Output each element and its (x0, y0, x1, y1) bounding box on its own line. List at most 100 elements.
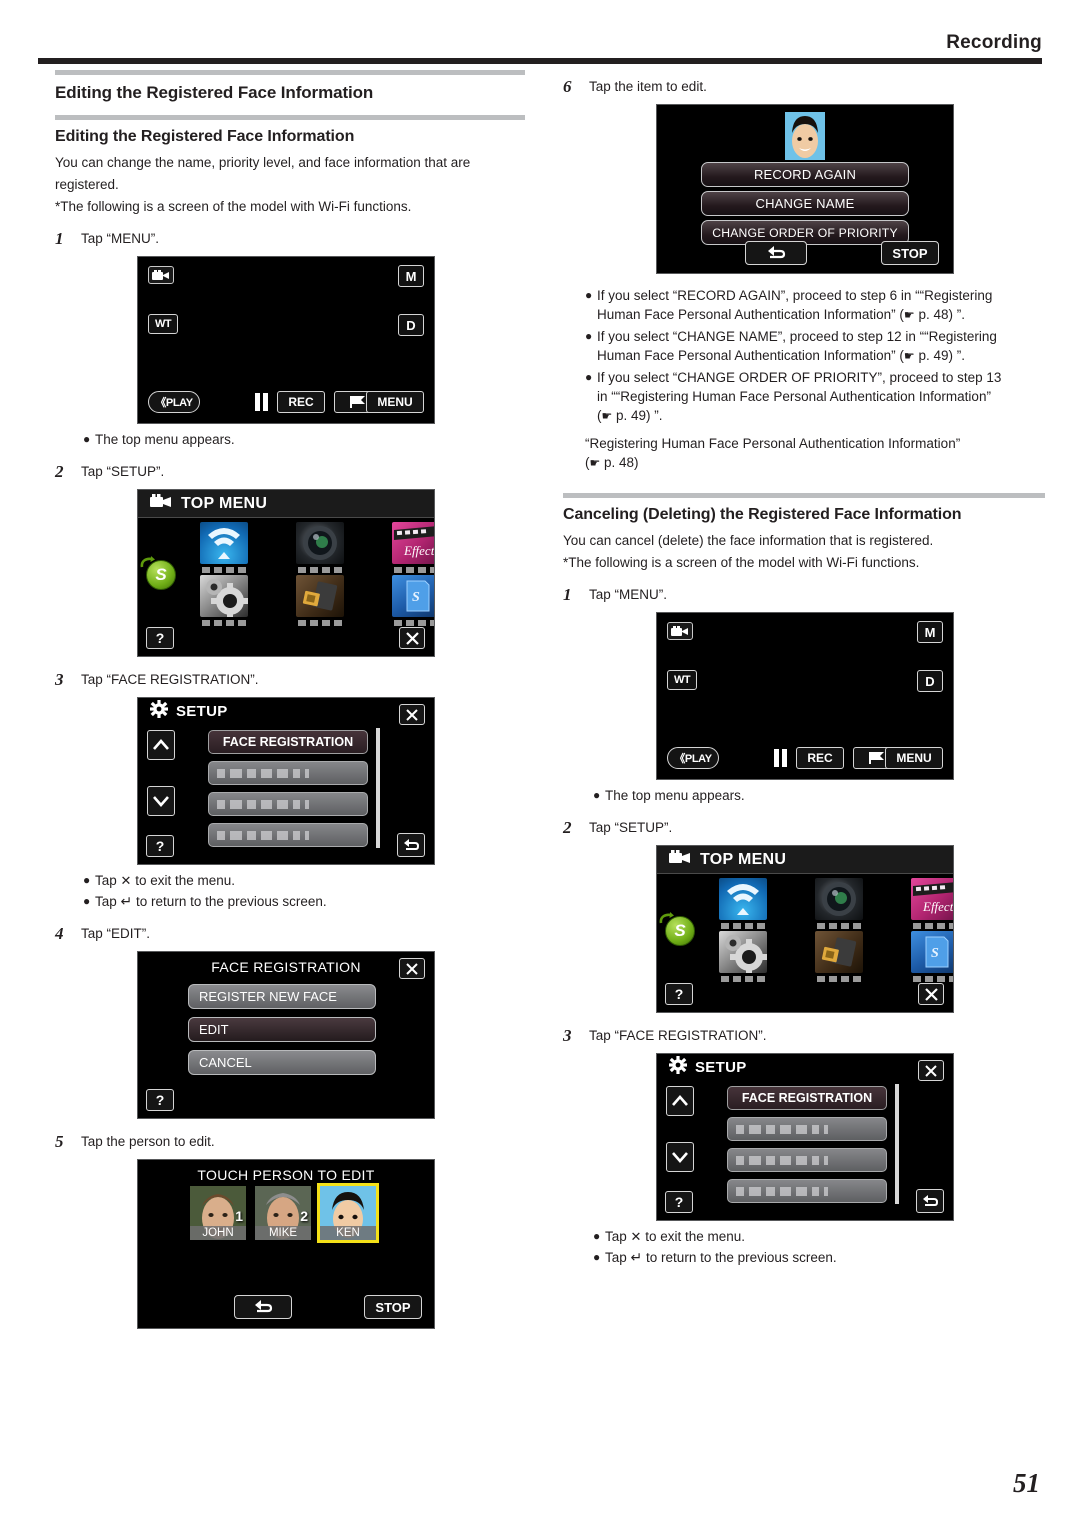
play-button[interactable]: 《PLAY (148, 391, 200, 413)
shortcut-s-badge[interactable]: S (146, 560, 176, 590)
menu-tile-effect[interactable]: Effect (901, 878, 953, 929)
video-mode-icon[interactable] (148, 266, 174, 284)
back-icon[interactable] (916, 1189, 944, 1213)
menu-tile-sd-card[interactable]: S (901, 931, 953, 982)
setup-row-placeholder[interactable] (727, 1179, 887, 1203)
help-button[interactable]: ? (146, 627, 174, 649)
scroll-down-icon[interactable] (147, 786, 175, 816)
note-text: Tap ✕ to exit the menu. (605, 1227, 745, 1246)
play-button[interactable]: 《PLAY (667, 747, 719, 769)
person-thumbnail-ken[interactable]: KEN (317, 1183, 379, 1243)
note-line-2b: p. 49) ”. (914, 348, 965, 363)
step-number: 2 (563, 818, 572, 837)
menu-tile-gear[interactable] (709, 931, 777, 982)
rec-button[interactable]: REC (796, 747, 844, 769)
close-icon[interactable] (399, 627, 425, 649)
pause-icon[interactable] (774, 749, 788, 767)
person-thumbnail-mike[interactable]: 2 MIKE (255, 1186, 311, 1240)
setup-row-face-registration[interactable]: FACE REGISTRATION (208, 730, 368, 754)
perforation (709, 923, 777, 929)
mode-d-button[interactable]: D (398, 314, 424, 336)
back-icon[interactable] (397, 833, 425, 857)
list-item: ● Tap ↵ to return to the previous screen… (593, 1248, 1045, 1267)
close-icon[interactable] (399, 958, 425, 979)
person-name: JOHN (190, 1226, 246, 1240)
pause-icon[interactable] (255, 393, 269, 411)
close-icon[interactable] (918, 1060, 944, 1081)
note-text: The top menu appears. (605, 788, 745, 803)
avatar: 1 JOHN (190, 1186, 246, 1240)
scrollbar[interactable] (376, 728, 380, 848)
note-line-1: If you select “RECORD AGAIN”, proceed to… (597, 288, 993, 303)
record-again-button[interactable]: RECORD AGAIN (701, 162, 909, 187)
setup-row-face-registration[interactable]: FACE REGISTRATION (727, 1086, 887, 1110)
help-button[interactable]: ? (146, 1089, 174, 1111)
mode-m-button[interactable]: M (917, 621, 943, 643)
camcorder-icon (150, 494, 172, 513)
note-line-1: If you select “CHANGE ORDER OF PRIORITY”… (597, 370, 1002, 385)
close-icon[interactable] (918, 983, 944, 1005)
perforation (382, 567, 434, 573)
rec-button[interactable]: REC (277, 391, 325, 413)
header-divider (38, 58, 1042, 64)
zoom-wt-button[interactable]: WT (667, 670, 697, 690)
stop-button[interactable]: STOP (364, 1295, 422, 1319)
person-thumbnail-john[interactable]: 1 JOHN (190, 1186, 246, 1240)
lcd-top-menu-left: TOP MENU S Effect S ? (137, 489, 435, 657)
help-button[interactable]: ? (665, 983, 693, 1005)
selection-notes: ● If you select “RECORD AGAIN”, proceed … (585, 286, 1045, 426)
setup-row-placeholder[interactable] (727, 1148, 887, 1172)
video-mode-icon[interactable] (667, 622, 693, 640)
mode-m-button[interactable]: M (398, 265, 424, 287)
button-label: CANCEL (199, 1055, 252, 1070)
menu-tile-gear[interactable] (190, 575, 258, 626)
setup-row-placeholder[interactable] (727, 1117, 887, 1141)
perforation (190, 567, 258, 573)
menu-tile-effect[interactable]: Effect (382, 522, 434, 573)
shortcut-s-badge[interactable]: S (665, 916, 695, 946)
edit-button[interactable]: EDIT (188, 1017, 376, 1042)
menu-tile-usb[interactable] (286, 575, 354, 626)
menu-tile-sd-card[interactable]: S (382, 575, 434, 626)
menu-tile-wifi[interactable] (190, 522, 258, 573)
menu-tile-lens[interactable] (805, 878, 873, 929)
menu-tile-lens[interactable] (286, 522, 354, 573)
register-new-face-button[interactable]: REGISTER NEW FACE (188, 984, 376, 1009)
svg-text:S: S (412, 590, 420, 605)
back-icon: ↵ (120, 893, 133, 909)
note-suffix: to return to the previous screen. (646, 1250, 837, 1265)
menu-button[interactable]: MENU (885, 747, 943, 769)
setup-header: SETUP (657, 1054, 953, 1080)
close-icon[interactable] (399, 704, 425, 725)
help-button[interactable]: ? (665, 1191, 693, 1213)
back-icon[interactable] (234, 1295, 292, 1319)
lcd-touch-person-left: TOUCH PERSON TO EDIT 1 JOHN 2 MIKE KEN S… (137, 1159, 435, 1329)
help-button[interactable]: ? (146, 835, 174, 857)
scrollbar[interactable] (895, 1084, 899, 1204)
step-2-cancel: 2 Tap “SETUP”. (563, 819, 1045, 837)
menu-tile-wifi[interactable] (709, 878, 777, 929)
gear-icon (150, 699, 168, 723)
pointing-hand-icon: ☛ (903, 308, 915, 322)
setup-row-placeholder[interactable] (208, 823, 368, 847)
cancel-button[interactable]: CANCEL (188, 1050, 376, 1075)
setup-row-placeholder[interactable] (208, 761, 368, 785)
menu-tile-usb[interactable] (805, 931, 873, 982)
top-menu-header: TOP MENU (657, 846, 953, 874)
stop-button[interactable]: STOP (881, 241, 939, 265)
scroll-down-icon[interactable] (666, 1142, 694, 1172)
step-2: 2 Tap “SETUP”. (55, 463, 525, 481)
back-icon[interactable] (745, 241, 807, 265)
step-5: 5 Tap the person to edit. (55, 1133, 525, 1151)
scroll-up-icon[interactable] (147, 730, 175, 760)
zoom-wt-button[interactable]: WT (148, 314, 178, 334)
setup-row-placeholder[interactable] (208, 792, 368, 816)
scroll-up-icon[interactable] (666, 1086, 694, 1116)
mode-d-button[interactable]: D (917, 670, 943, 692)
note-suffix: to exit the menu. (645, 1229, 746, 1244)
menu-button[interactable]: MENU (366, 391, 424, 413)
change-name-button[interactable]: CHANGE NAME (701, 191, 909, 216)
button-label: EDIT (199, 1022, 229, 1037)
step-text: Tap “MENU”. (589, 587, 668, 602)
lcd-edit-item-right: RECORD AGAIN CHANGE NAME CHANGE ORDER OF… (656, 104, 954, 274)
